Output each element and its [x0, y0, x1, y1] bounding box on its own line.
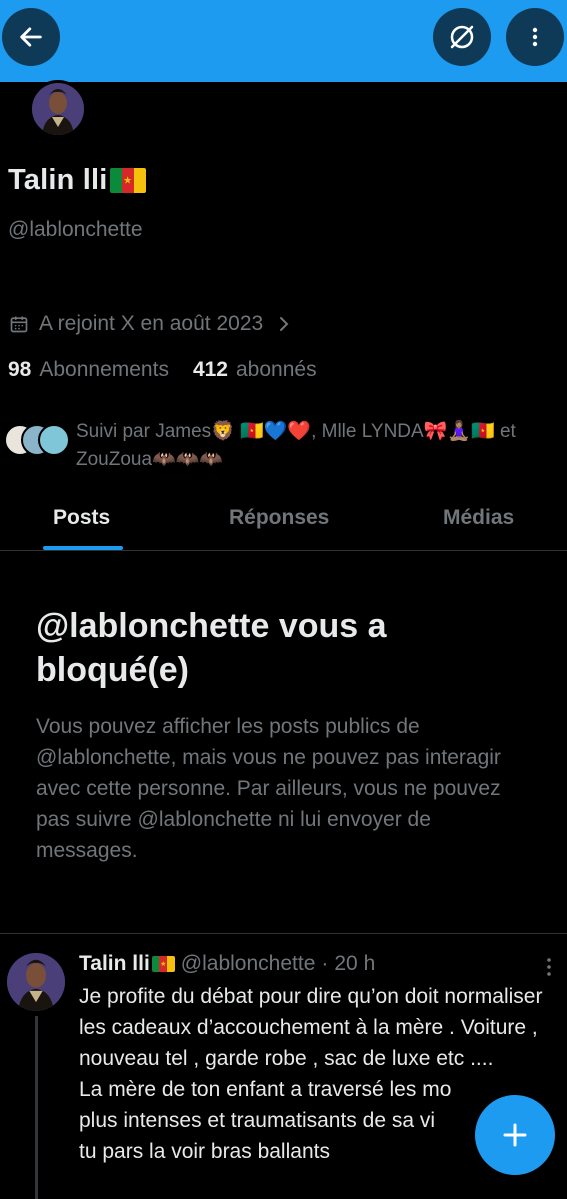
- following-label: Abonnements: [39, 358, 169, 381]
- followers-link[interactable]: 412 abonnés: [193, 358, 317, 382]
- post-header: Talin lli @lablonchette · 20 h: [79, 952, 375, 976]
- followed-by-line: ZouZoua🦇🦇🦇: [76, 449, 224, 470]
- post-author[interactable]: Talin lli: [79, 952, 150, 976]
- followers-label: abonnés: [236, 358, 317, 381]
- mutual-avatars: [4, 418, 74, 456]
- followed-by-line: Suivi par James🦁 🇨🇲💙❤️, Mlle LYNDA🎀🧘🏽‍♀️…: [76, 421, 516, 442]
- profile-tabs: Posts Réponses Médias: [0, 496, 567, 551]
- blocked-description: Vous pouvez afficher les posts publics d…: [36, 715, 501, 862]
- back-button[interactable]: [2, 8, 60, 66]
- slashed-circle-icon: [450, 25, 474, 49]
- followed-by-text: Suivi par James🦁 🇨🇲💙❤️, Mlle LYNDA🎀🧘🏽‍♀️…: [76, 418, 516, 474]
- post-avatar[interactable]: [7, 953, 65, 1011]
- cameroon-flag-icon: [151, 956, 175, 972]
- profile-name-row: Talin lli: [8, 164, 146, 197]
- divider: [0, 933, 567, 934]
- more-options-button[interactable]: [506, 8, 564, 66]
- chevron-right-icon: [280, 317, 289, 331]
- active-tab-indicator: [43, 546, 123, 550]
- post-handle[interactable]: @lablonchette: [181, 952, 316, 976]
- unblock-button[interactable]: [433, 8, 491, 66]
- avatar-image: [7, 953, 65, 1011]
- arrow-left-icon: [20, 27, 42, 47]
- avatar-image: [32, 83, 84, 135]
- tab-media[interactable]: Médias: [443, 506, 514, 530]
- more-vertical-icon: [532, 27, 538, 47]
- followers-count: 412: [192, 358, 228, 381]
- blocked-title: @lablonchette vous a bloqué(e): [36, 607, 387, 689]
- join-date[interactable]: A rejoint X en août 2023: [9, 312, 301, 336]
- following-link[interactable]: 98 Abonnements: [8, 358, 169, 382]
- follow-counts: 98 Abonnements 412 abonnés: [8, 358, 341, 382]
- compose-post-button[interactable]: [475, 1095, 555, 1175]
- plus-icon: [503, 1123, 527, 1147]
- mutual-avatar: [38, 424, 70, 456]
- join-date-text: A rejoint X en août 2023: [39, 312, 264, 335]
- thread-line: [35, 1016, 38, 1199]
- tab-posts[interactable]: Posts: [53, 506, 110, 530]
- post-time[interactable]: 20 h: [334, 952, 375, 976]
- profile-name: Talin lli: [8, 164, 108, 196]
- more-vertical-icon: [547, 958, 551, 976]
- profile-avatar[interactable]: [29, 80, 87, 138]
- following-count: 98: [8, 358, 32, 381]
- post-separator: ·: [321, 952, 329, 975]
- followed-by[interactable]: Suivi par James🦁 🇨🇲💙❤️, Mlle LYNDA🎀🧘🏽‍♀️…: [4, 418, 564, 474]
- post-more-button[interactable]: [541, 956, 557, 983]
- calendar-icon: [10, 316, 28, 333]
- cameroon-flag-icon: [109, 168, 146, 193]
- profile-handle: @lablonchette: [8, 218, 143, 241]
- profile-page: Talin lli @lablonchette A rejoint X en a…: [0, 0, 567, 1199]
- tab-replies[interactable]: Réponses: [229, 506, 329, 530]
